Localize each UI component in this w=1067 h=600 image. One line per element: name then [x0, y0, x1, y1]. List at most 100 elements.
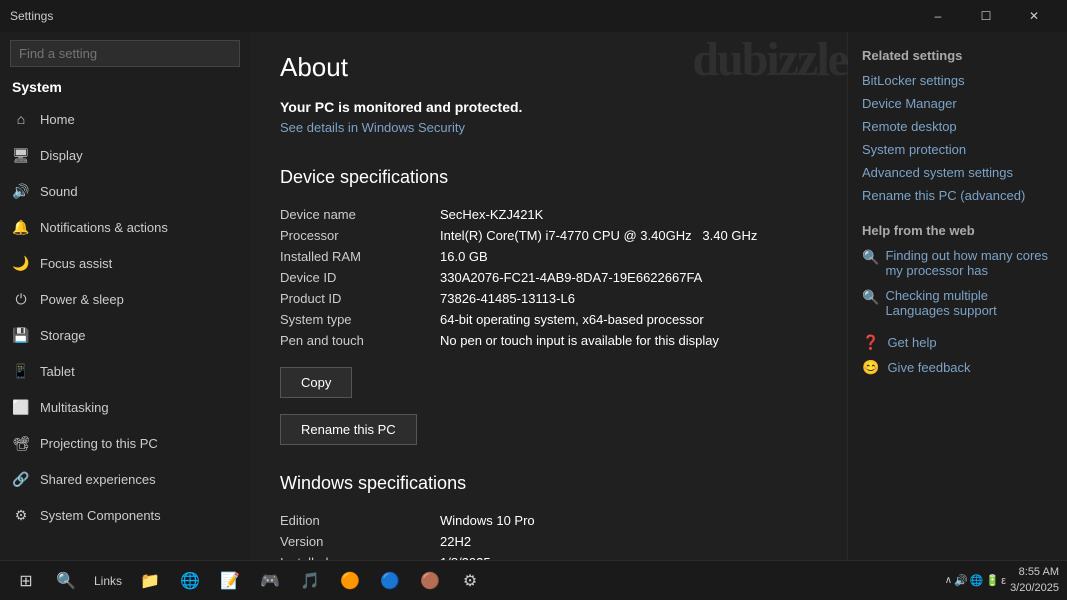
table-row: Pen and touch No pen or touch input is a… — [280, 330, 817, 351]
rename-advanced-link[interactable]: Rename this PC (advanced) — [862, 188, 1053, 203]
taskbar-left: ⊞ 🔍 Links 📁 🌐 📝 🎮 🎵 🟠 🔵 🟤 ⚙ — [8, 563, 488, 599]
focus-icon: 🌙 — [12, 254, 30, 272]
clock[interactable]: 8:55 AM 3/20/2025 — [1010, 565, 1059, 596]
system-protection-link[interactable]: System protection — [862, 142, 1053, 157]
sidebar-item-label: Notifications & actions — [40, 220, 168, 235]
main-layout: System ⌂ Home 🖥 Display 🔊 Sound 🔔 Notifi… — [0, 32, 1067, 560]
give-feedback-action[interactable]: 😊 Give feedback — [862, 359, 1053, 376]
sidebar-item-multitasking[interactable]: ⬜ Multitasking — [0, 389, 250, 425]
spec-value: 22H2 — [440, 531, 817, 552]
titlebar-controls: – ☐ ✕ — [915, 0, 1057, 32]
titlebar-title: Settings — [10, 9, 53, 23]
sidebar-item-home[interactable]: ⌂ Home — [0, 101, 250, 137]
app2-button[interactable]: 🟠 — [332, 563, 368, 599]
spec-label: Device ID — [280, 267, 440, 288]
sidebar-item-label: Focus assist — [40, 256, 112, 271]
spec-label: Edition — [280, 510, 440, 531]
file-explorer-button[interactable]: 📁 — [132, 563, 168, 599]
sidebar-item-notifications[interactable]: 🔔 Notifications & actions — [0, 209, 250, 245]
security-link[interactable]: See details in Windows Security — [280, 120, 465, 135]
music-button[interactable]: 🎵 — [292, 563, 328, 599]
minimize-button[interactable]: – — [915, 0, 961, 32]
system-tray: ∧ 🔊 🌐 🔋 ε — [945, 574, 1006, 587]
volume-icon[interactable]: 🔊 — [954, 574, 968, 587]
copy-button[interactable]: Copy — [280, 367, 352, 398]
search-input[interactable] — [10, 40, 240, 67]
display-icon: 🖥 — [12, 146, 30, 164]
table-row: Device name SecHex-KZJ421K — [280, 204, 817, 225]
restore-button[interactable]: ☐ — [963, 0, 1009, 32]
related-settings-title: Related settings — [862, 48, 1053, 63]
web-link-cores[interactable]: 🔍 Finding out how many cores my processo… — [862, 248, 1053, 278]
bitlocker-link[interactable]: BitLocker settings — [862, 73, 1053, 88]
multitasking-icon: ⬜ — [12, 398, 30, 416]
device-specs-table: Device name SecHex-KZJ421K Processor Int… — [280, 204, 817, 351]
edge-button[interactable]: 🌐 — [172, 563, 208, 599]
device-manager-link[interactable]: Device Manager — [862, 96, 1053, 111]
components-icon: ⚙ — [12, 506, 30, 524]
battery-icon[interactable]: 🔋 — [985, 574, 999, 587]
spec-label: Version — [280, 531, 440, 552]
sidebar-item-power[interactable]: ⏻ Power & sleep — [0, 281, 250, 317]
help-icon: ❓ — [862, 334, 879, 351]
spec-label: Pen and touch — [280, 330, 440, 351]
search-container — [10, 40, 240, 67]
spec-value: Windows 10 Pro — [440, 510, 817, 531]
advanced-system-link[interactable]: Advanced system settings — [862, 165, 1053, 180]
sidebar-item-tablet[interactable]: 📱 Tablet — [0, 353, 250, 389]
projecting-icon: 📽 — [12, 434, 30, 452]
table-row: Edition Windows 10 Pro — [280, 510, 817, 531]
spec-label: Product ID — [280, 288, 440, 309]
web-link-languages[interactable]: 🔍 Checking multiple Languages support — [862, 288, 1053, 318]
spec-label: Installed RAM — [280, 246, 440, 267]
start-button[interactable]: ⊞ — [8, 563, 44, 599]
app4-button[interactable]: 🟤 — [412, 563, 448, 599]
sidebar-item-display[interactable]: 🖥 Display — [0, 137, 250, 173]
table-row: Processor Intel(R) Core(TM) i7-4770 CPU … — [280, 225, 817, 246]
web-link-text: Finding out how many cores my processor … — [885, 248, 1053, 278]
titlebar: Settings – ☐ ✕ — [0, 0, 1067, 32]
close-button[interactable]: ✕ — [1011, 0, 1057, 32]
sidebar-item-label: Display — [40, 148, 83, 163]
steam-button[interactable]: 🎮 — [252, 563, 288, 599]
spec-value: SecHex-KZJ421K — [440, 204, 817, 225]
lang-icon[interactable]: ε — [1001, 575, 1006, 587]
sidebar-item-shared[interactable]: 🔗 Shared experiences — [0, 461, 250, 497]
spec-value: 16.0 GB — [440, 246, 817, 267]
rename-pc-button[interactable]: Rename this PC — [280, 414, 417, 445]
spec-label: Installed on — [280, 552, 440, 560]
links-label[interactable]: Links — [88, 563, 128, 599]
sidebar-item-components[interactable]: ⚙ System Components — [0, 497, 250, 533]
spec-value: 64-bit operating system, x64-based proce… — [440, 309, 817, 330]
spec-label: System type — [280, 309, 440, 330]
remote-desktop-link[interactable]: Remote desktop — [862, 119, 1053, 134]
sidebar-item-label: Shared experiences — [40, 472, 156, 487]
sidebar-item-focus[interactable]: 🌙 Focus assist — [0, 245, 250, 281]
sidebar-item-label: Home — [40, 112, 75, 127]
app1-button[interactable]: 📝 — [212, 563, 248, 599]
app3-button[interactable]: 🔵 — [372, 563, 408, 599]
sidebar-item-sound[interactable]: 🔊 Sound — [0, 173, 250, 209]
right-panel: Related settings BitLocker settings Devi… — [847, 32, 1067, 560]
table-row: Version 22H2 — [280, 531, 817, 552]
sidebar-item-label: Projecting to this PC — [40, 436, 158, 451]
settings-taskbar-button[interactable]: ⚙ — [452, 563, 488, 599]
home-icon: ⌂ — [12, 110, 30, 128]
device-specs-title: Device specifications — [280, 167, 817, 188]
table-row: Installed on 1/8/2025 — [280, 552, 817, 560]
sidebar-item-storage[interactable]: 💾 Storage — [0, 317, 250, 353]
table-row: Device ID 330A2076-FC21-4AB9-8DA7-19E662… — [280, 267, 817, 288]
give-feedback-label: Give feedback — [887, 360, 970, 375]
chevron-icon[interactable]: ∧ — [945, 575, 952, 586]
protection-status: Your PC is monitored and protected. — [280, 99, 817, 115]
spec-value: No pen or touch input is available for t… — [440, 330, 817, 351]
get-help-action[interactable]: ❓ Get help — [862, 334, 1053, 351]
network-icon[interactable]: 🌐 — [970, 574, 984, 587]
feedback-icon: 😊 — [862, 359, 879, 376]
shared-icon: 🔗 — [12, 470, 30, 488]
get-help-label: Get help — [887, 335, 936, 350]
help-section: Help from the web 🔍 Finding out how many… — [862, 223, 1053, 318]
sidebar-item-projecting[interactable]: 📽 Projecting to this PC — [0, 425, 250, 461]
sidebar-item-label: Power & sleep — [40, 292, 124, 307]
search-button[interactable]: 🔍 — [48, 563, 84, 599]
